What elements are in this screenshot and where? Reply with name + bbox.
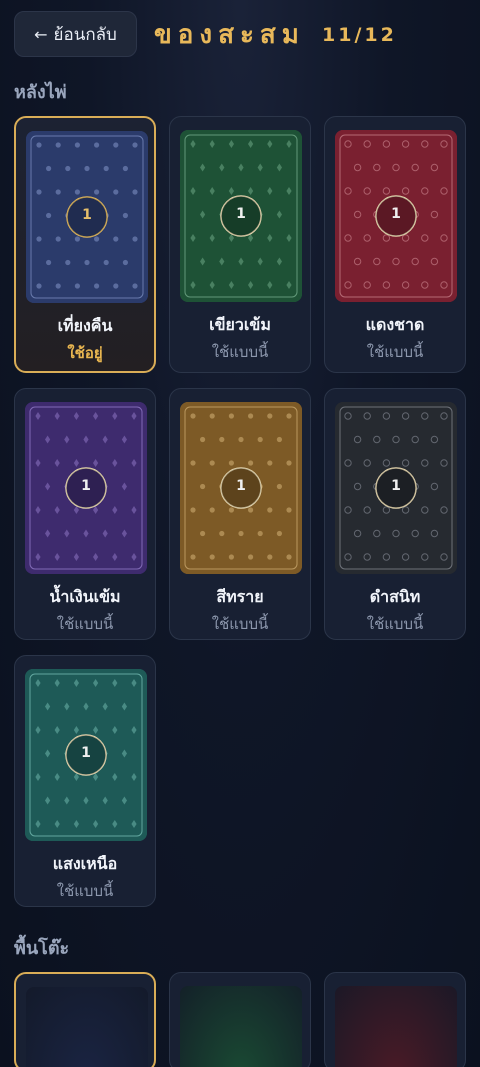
header: ← ย้อนกลับ ของสะสม 11/12 <box>0 0 480 70</box>
card-back-name: แดงชาด <box>365 315 425 334</box>
card-back-item[interactable]: 1 น้ำเงินเข้มใช้แบบนี้ <box>14 388 156 640</box>
table-item[interactable] <box>169 972 311 1067</box>
card-back-preview: 1 <box>335 402 457 574</box>
card-back-badge: 1 <box>236 206 246 222</box>
use-this-button[interactable]: ใช้แบบนี้ <box>15 612 155 636</box>
table-preview <box>335 986 457 1067</box>
table-item[interactable] <box>14 972 156 1067</box>
card-back-badge: 1 <box>391 206 401 222</box>
table-preview <box>180 986 302 1067</box>
card-back-status-active: ใช้อยู่ <box>67 344 103 362</box>
back-label: ย้อนกลับ <box>53 24 117 45</box>
use-this-button[interactable]: ใช้แบบนี้ <box>170 340 310 364</box>
card-back-badge: 1 <box>82 207 92 223</box>
use-this-button[interactable]: ใช้แบบนี้ <box>15 879 155 903</box>
card-back-preview: 1 <box>25 402 147 574</box>
back-arrow-icon: ← <box>34 24 48 44</box>
card-back-preview: 1 <box>180 130 302 302</box>
card-back-item[interactable]: 1 สีทรายใช้แบบนี้ <box>169 388 311 640</box>
card-back-badge: 1 <box>81 478 91 494</box>
card-back-item[interactable]: 1 ดำสนิทใช้แบบนี้ <box>324 388 466 640</box>
table-preview <box>26 987 148 1067</box>
card-back-name: สีทราย <box>216 587 264 606</box>
table-section-label: พื้นโต๊ะ <box>14 938 70 959</box>
card-back-item[interactable]: 1 เที่ยงคืนใช้อยู่ <box>14 116 156 373</box>
card-back-badge: 1 <box>391 478 401 494</box>
card-back-item[interactable]: 1 แสงเหนือใช้แบบนี้ <box>14 655 156 907</box>
card-back-name: เที่ยงคืน <box>57 316 113 335</box>
use-this-button[interactable]: ใช้แบบนี้ <box>170 612 310 636</box>
card-back-preview: 1 <box>335 130 457 302</box>
collection-counter: 11/12 <box>322 24 397 46</box>
card-back-name: เขียวเข้ม <box>209 315 271 334</box>
card-back-preview: 1 <box>26 131 148 303</box>
card-back-preview: 1 <box>25 669 147 841</box>
table-item[interactable] <box>324 972 466 1067</box>
use-this-button[interactable]: ใช้แบบนี้ <box>325 612 465 636</box>
card-back-name: แสงเหนือ <box>52 854 118 873</box>
back-button[interactable]: ← ย้อนกลับ <box>14 11 137 57</box>
card-back-name: น้ำเงินเข้ม <box>49 587 121 606</box>
card-back-preview: 1 <box>180 402 302 574</box>
card-back-name: ดำสนิท <box>369 587 421 606</box>
use-this-button[interactable]: ใช้แบบนี้ <box>325 340 465 364</box>
card-backs-section-label: หลังไพ่ <box>14 82 67 103</box>
card-back-badge: 1 <box>236 478 246 494</box>
card-back-item[interactable]: 1 เขียวเข้มใช้แบบนี้ <box>169 116 311 373</box>
page-title: ของสะสม <box>154 20 305 50</box>
card-back-item[interactable]: 1 แดงชาดใช้แบบนี้ <box>324 116 466 373</box>
card-back-badge: 1 <box>81 745 91 761</box>
